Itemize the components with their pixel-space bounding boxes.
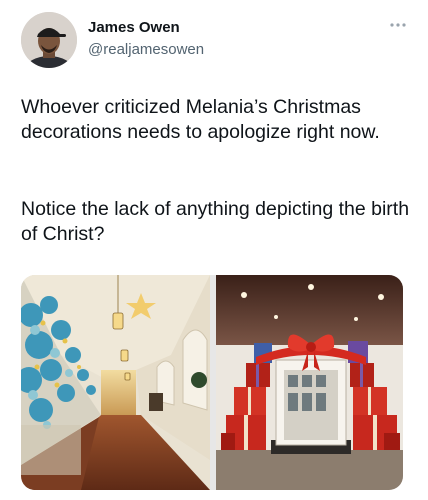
display-name[interactable]: James Owen <box>88 19 180 36</box>
avatar[interactable] <box>21 12 77 68</box>
ellipsis-icon[interactable] <box>388 20 408 30</box>
tweet-card: James Owen @realjamesowen Whoever critic… <box>0 0 428 500</box>
media-grid <box>21 275 403 490</box>
username-handle[interactable]: @realjamesowen <box>88 41 204 58</box>
hallway-decorations-photo[interactable] <box>21 275 210 490</box>
tweet-text-paragraph: Notice the lack of anything depicting th… <box>21 198 410 245</box>
gift-box-doorway-photo[interactable] <box>216 275 403 490</box>
tweet-text-paragraph: Whoever criticized Melania’s Christmas d… <box>21 96 380 143</box>
